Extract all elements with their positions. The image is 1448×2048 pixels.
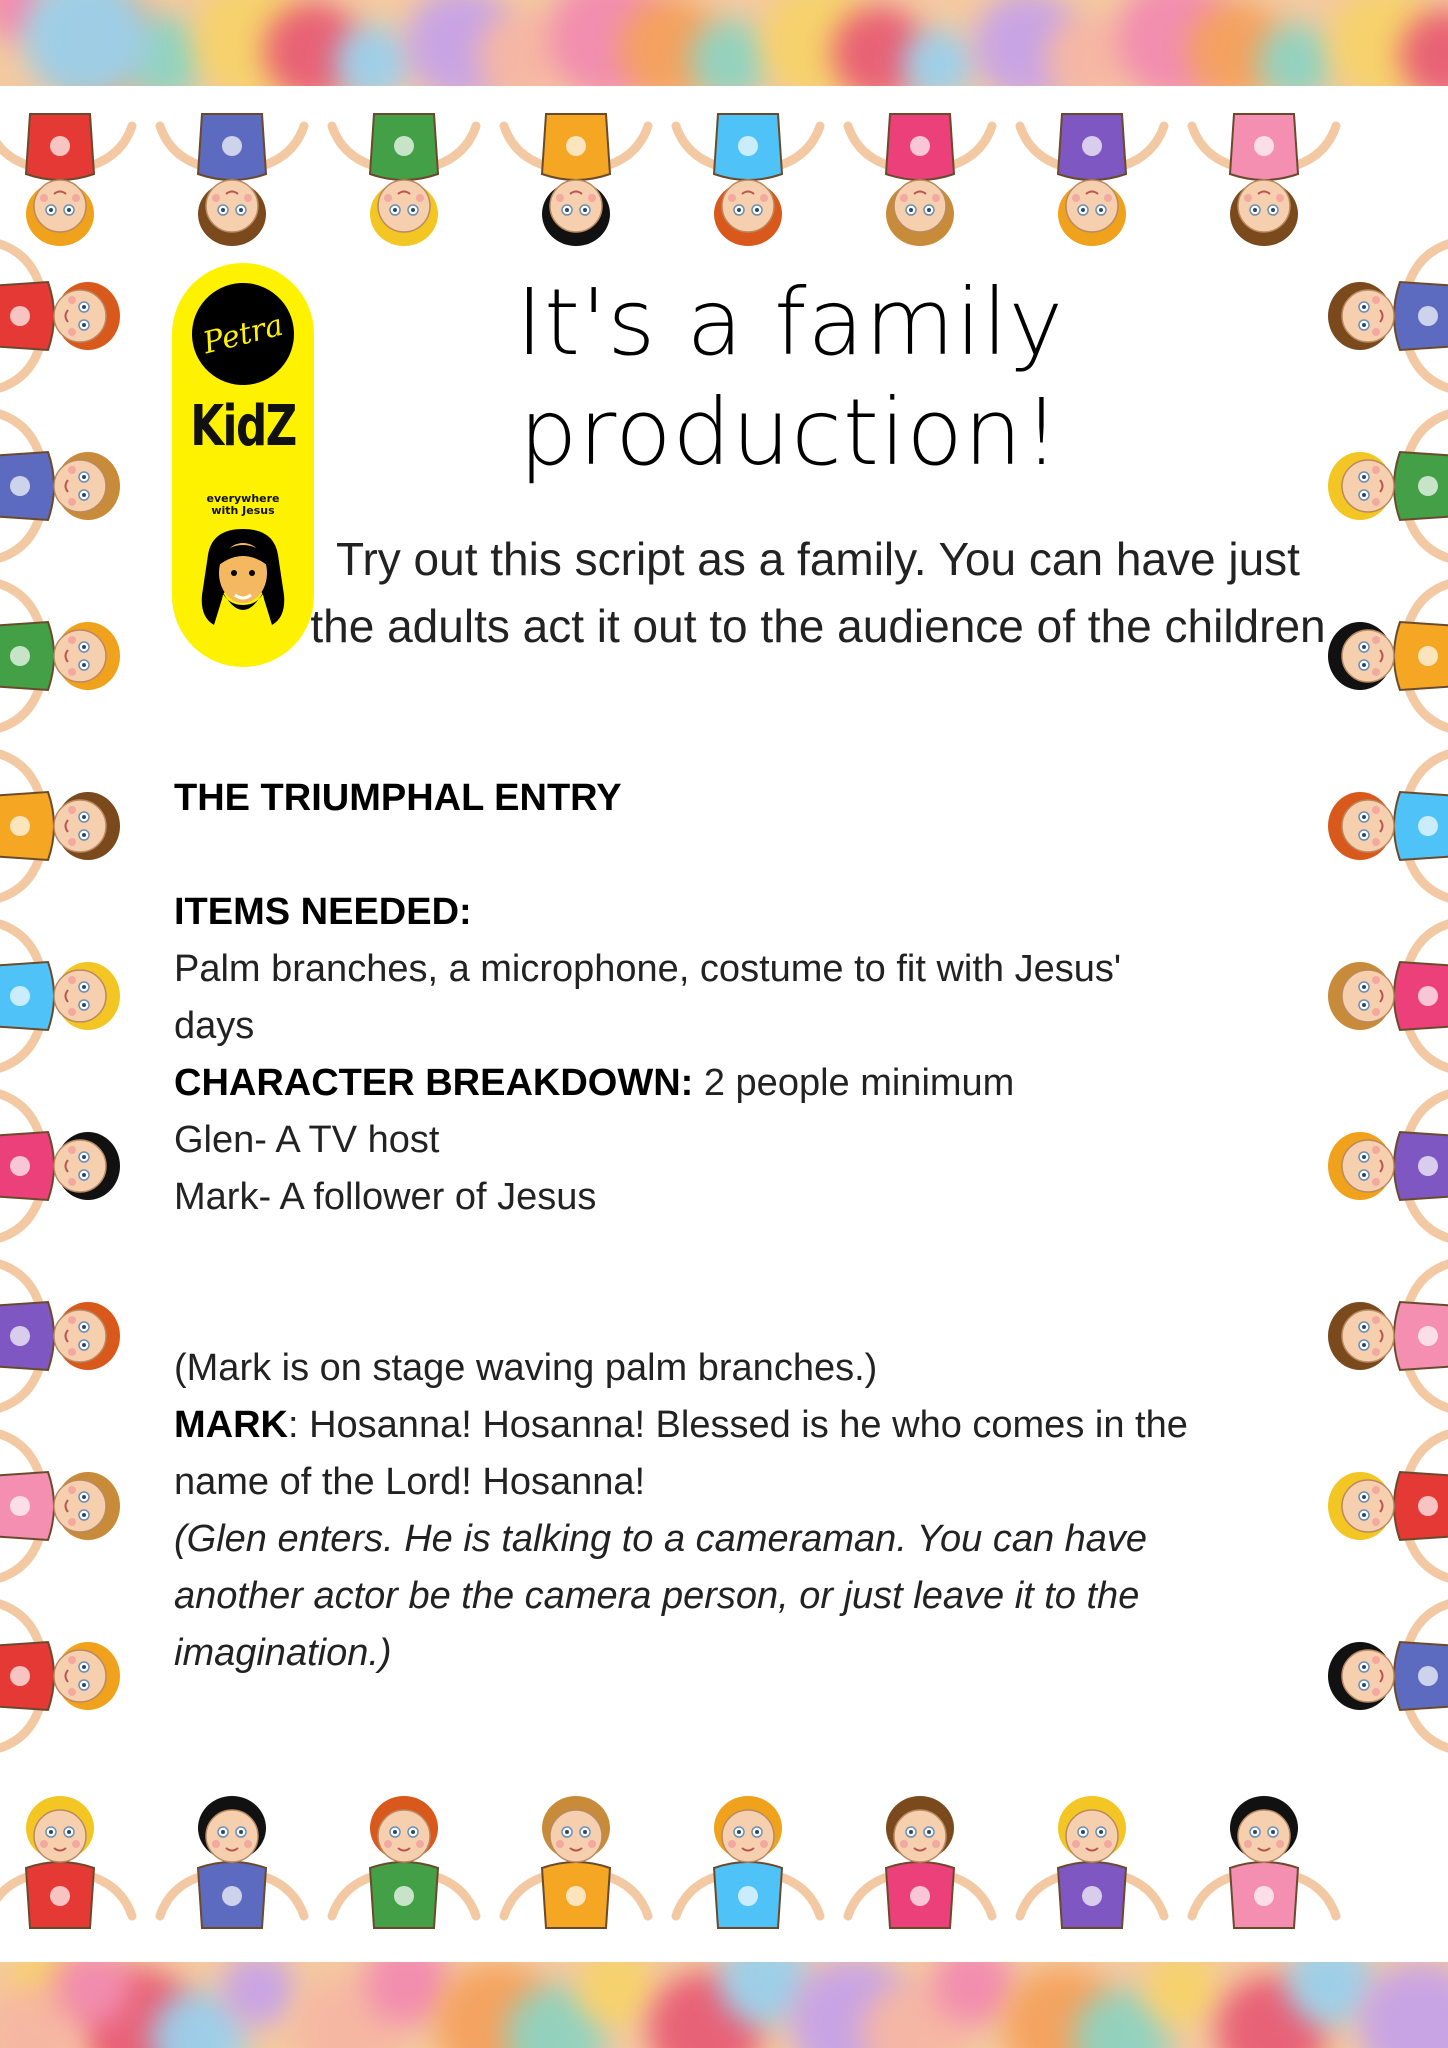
script-heading: THE TRIUMPHAL ENTRY — [174, 777, 622, 819]
kid-illustration — [1328, 1259, 1448, 1413]
document-page: Petra KidZ everywhere with Jesus It's a … — [0, 86, 1448, 1962]
mark-dialogue-line-1: : Hosanna! Hosanna! Blessed is he who co… — [287, 1404, 1188, 1446]
confetti-blob — [690, 20, 770, 86]
kid-illustration — [1187, 113, 1341, 246]
confetti-blob — [1145, 1962, 1218, 2026]
kid-illustration — [0, 409, 120, 563]
kid-illustration — [0, 1259, 120, 1413]
kid-illustration — [0, 1089, 120, 1243]
stage-direction-2-line-1: (Glen enters. He is talking to a cameram… — [174, 1518, 1148, 1560]
kid-illustration — [1328, 409, 1448, 563]
kid-illustration — [327, 113, 481, 246]
character-breakdown-label: CHARACTER BREAKDOWN: — [174, 1062, 694, 1104]
confetti-background-bottom — [0, 1962, 1448, 2048]
kid-illustration — [1328, 1599, 1448, 1753]
kid-illustration — [1015, 1796, 1169, 1929]
kid-illustration — [0, 1599, 120, 1753]
page-subtitle: Try out this script as a family. You can… — [310, 533, 1326, 652]
petra-kidz-logo: Petra KidZ everywhere with Jesus — [172, 263, 314, 667]
confetti-blob — [222, 1962, 294, 2026]
kid-illustration — [155, 1796, 309, 1929]
kid-illustration — [0, 579, 120, 733]
kid-illustration — [1328, 1089, 1448, 1243]
logo-script-word: Petra — [181, 272, 305, 396]
kid-illustration — [1328, 579, 1448, 733]
kid-illustration — [843, 113, 997, 246]
character-breakdown-value: 2 people minimum — [693, 1062, 1015, 1104]
confetti-blob — [335, 25, 410, 86]
page-title: It's a family production! — [515, 269, 1065, 486]
kid-illustration — [0, 113, 137, 246]
stage-direction-2-line-3: imagination.) — [174, 1632, 392, 1674]
mark-speaker-label: MARK — [174, 1404, 288, 1446]
kid-illustration — [0, 1796, 137, 1929]
jesus-face-icon — [201, 529, 285, 625]
kid-illustration — [0, 749, 120, 903]
kid-illustration — [1328, 919, 1448, 1073]
kid-illustration — [1328, 239, 1448, 393]
confetti-blob — [1258, 24, 1334, 86]
items-needed-line-1: Palm branches, a microphone, costume to … — [174, 948, 1122, 990]
kid-illustration — [1328, 1429, 1448, 1583]
kid-illustration — [155, 113, 309, 246]
kid-illustration — [499, 1796, 653, 1929]
confetti-blob — [23, 0, 150, 86]
kid-illustration — [671, 113, 825, 246]
kid-illustration — [671, 1796, 825, 1929]
stage-direction-1: (Mark is on stage waving palm branches.) — [174, 1347, 878, 1389]
kid-illustration — [1015, 113, 1169, 246]
mark-dialogue-line-2: name of the Lord! Hosanna! — [174, 1461, 646, 1503]
stage-direction-2-line-2: another actor be the camera person, or j… — [174, 1575, 1140, 1617]
kid-illustration — [843, 1796, 997, 1929]
kid-illustration — [0, 239, 120, 393]
items-needed-line-2: days — [174, 1005, 255, 1047]
kid-illustration — [1187, 1796, 1341, 1929]
script-content: THE TRIUMPHAL ENTRY ITEMS NEEDED: Palm b… — [174, 770, 1294, 1682]
character-glen: Glen- A TV host — [174, 1119, 440, 1161]
kid-illustration — [327, 1796, 481, 1929]
kid-illustration — [0, 1429, 120, 1583]
kid-illustration — [0, 919, 120, 1073]
kid-illustration — [1328, 749, 1448, 903]
character-mark: Mark- A follower of Jesus — [174, 1176, 597, 1218]
logo-tagline: everywhere with Jesus — [206, 492, 280, 517]
confetti-blob — [903, 29, 974, 86]
items-needed-label: ITEMS NEEDED: — [174, 891, 472, 933]
confetti-background-top — [0, 0, 1448, 86]
kid-illustration — [499, 113, 653, 246]
logo-brand-name: KidZ — [190, 394, 297, 459]
